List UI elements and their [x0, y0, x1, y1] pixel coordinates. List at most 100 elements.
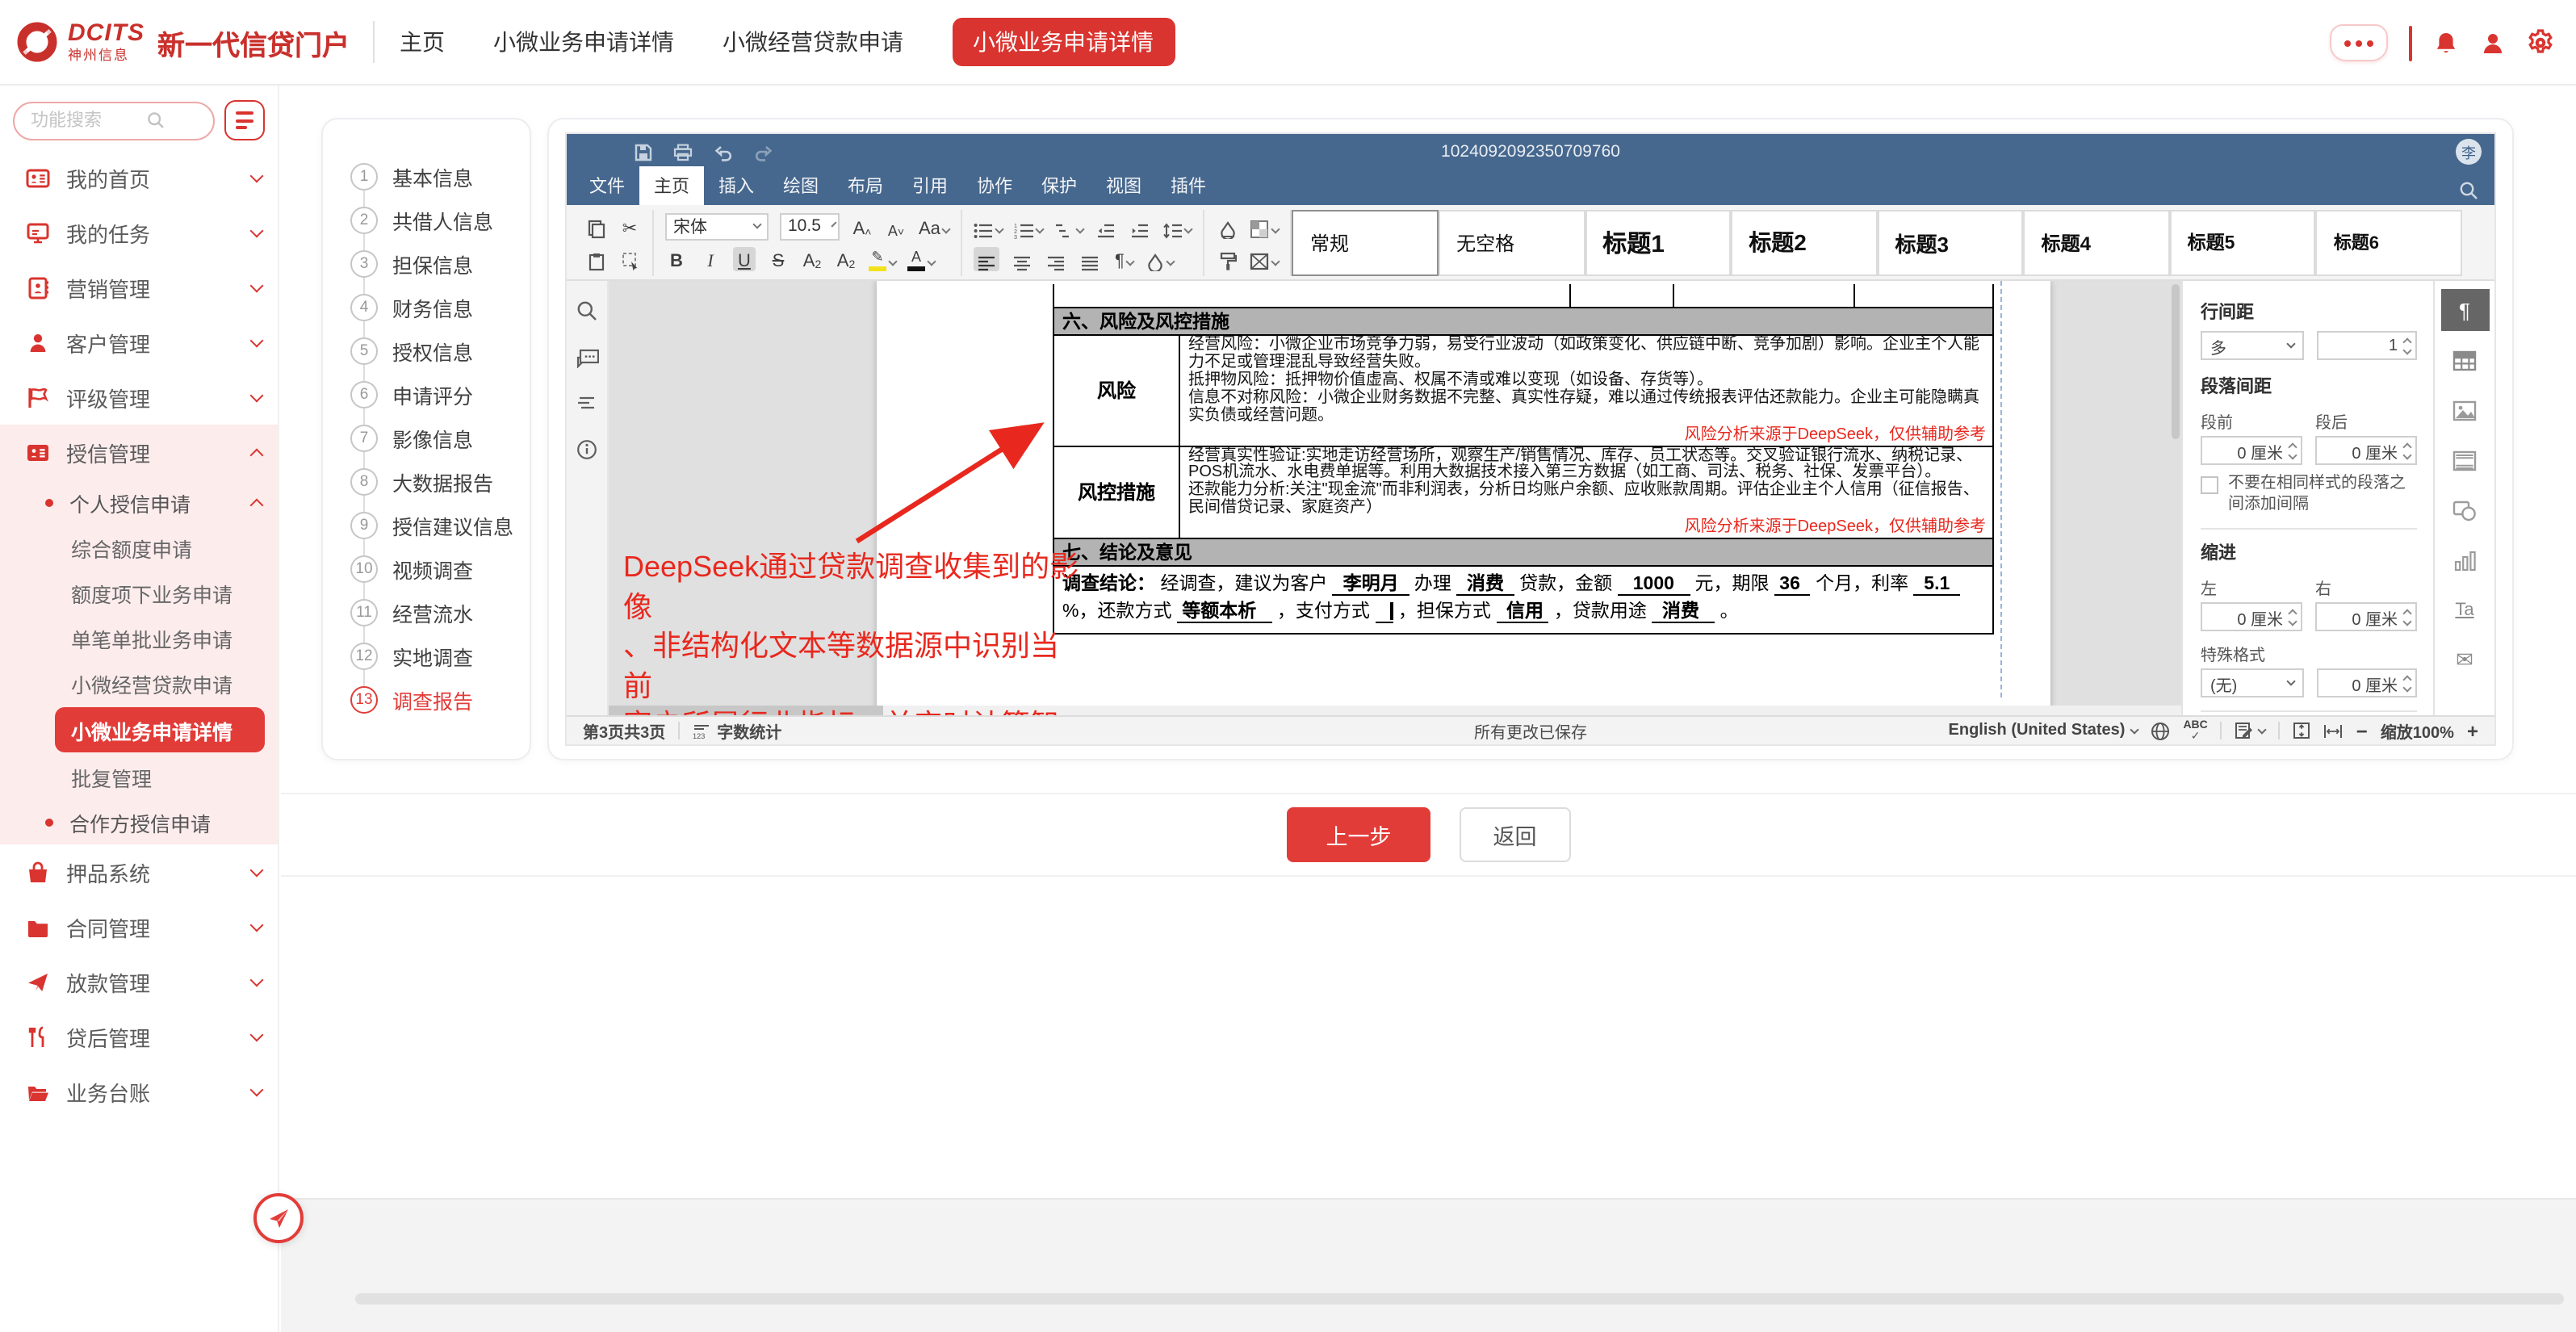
special-format-select[interactable]: (无) [2201, 668, 2304, 697]
font-size-select[interactable]: 10.5 [780, 212, 840, 240]
globe-icon[interactable] [2151, 721, 2170, 740]
step-item[interactable]: 6 申请评分 [323, 373, 530, 417]
editor-menu-tab[interactable]: 主页 [639, 166, 704, 205]
shading-icon[interactable] [1147, 246, 1175, 270]
increase-indent-icon[interactable] [1129, 214, 1152, 238]
style-chip[interactable]: 标题1 [1585, 209, 1731, 275]
sidebar-item-disbursement[interactable]: 放款管理 [0, 954, 278, 1009]
nav-tab[interactable]: 小微经营贷款申请 [723, 26, 903, 58]
table-settings-tab[interactable] [2440, 339, 2489, 381]
shape-settings-tab[interactable] [2440, 489, 2489, 531]
step-item[interactable]: 9 授信建议信息 [323, 504, 530, 547]
format-painter-icon[interactable] [1217, 246, 1239, 270]
sidebar-item-partner-credit[interactable]: 合作方授信申请 [0, 799, 278, 844]
bell-icon[interactable] [2433, 30, 2459, 56]
editor-menu-tab[interactable]: 插入 [704, 166, 769, 205]
document-canvas[interactable]: 六、风险及风控措施 风险 经营风险：小微企业市场竞争力弱，易受行业波动（如政策变… [609, 281, 2181, 715]
font-color-icon[interactable]: A [907, 246, 935, 270]
find-icon[interactable] [576, 300, 597, 321]
sidebar-item-marketing[interactable]: 营销管理 [0, 260, 278, 315]
previous-step-button[interactable]: 上一步 [1288, 807, 1430, 862]
align-right-icon[interactable] [1045, 246, 1068, 270]
comments-icon[interactable] [576, 349, 598, 368]
sidebar-item-customer[interactable]: 客户管理 [0, 315, 278, 370]
editor-menu-tab[interactable]: 引用 [898, 166, 962, 205]
conclusion-text[interactable]: 调查结论： 经调查，建议为客户 李明月 办理 [1054, 567, 1992, 633]
sidebar-item-personal-credit[interactable]: 个人授信申请 [0, 480, 278, 525]
highlight-color-icon[interactable]: ✎ [869, 246, 896, 270]
style-chip[interactable]: 常规 [1292, 209, 1439, 275]
textart-settings-tab[interactable]: Ta [2440, 589, 2489, 631]
menu-collapse-icon[interactable] [224, 100, 265, 140]
editor-menu-tab[interactable]: 保护 [1027, 166, 1091, 205]
paste-icon[interactable] [584, 246, 607, 270]
font-name-select[interactable]: 宋体 [665, 212, 769, 240]
clear-format-icon[interactable] [1217, 214, 1239, 238]
same-style-checkbox[interactable] [2201, 476, 2218, 494]
mail-merge-frame-icon[interactable] [1250, 246, 1280, 270]
superscript-icon[interactable]: A2 [801, 246, 823, 270]
zoom-in-icon[interactable]: + [2467, 719, 2478, 742]
function-search[interactable] [13, 101, 215, 140]
fit-width-icon[interactable] [2324, 723, 2344, 739]
style-chip[interactable]: 标题2 [1731, 209, 1877, 275]
indent-left-spinner[interactable]: 0 厘米 [2201, 602, 2302, 631]
page-color-icon[interactable] [1250, 214, 1280, 238]
step-item[interactable]: 8 大数据报告 [323, 460, 530, 504]
step-item[interactable]: 4 财务信息 [323, 286, 530, 329]
sidebar-item-contract[interactable]: 合同管理 [0, 899, 278, 954]
bold-icon[interactable]: B [665, 246, 688, 270]
editor-menu-tab[interactable]: 布局 [833, 166, 898, 205]
line-spacing-select[interactable]: 多 [2201, 331, 2304, 360]
spacing-before-spinner[interactable]: 0 厘米 [2201, 436, 2302, 465]
indent-right-spinner[interactable]: 0 厘米 [2315, 602, 2417, 631]
gear-icon[interactable] [2527, 29, 2554, 57]
shrink-font-icon[interactable]: A˅ [885, 214, 907, 238]
align-left-icon[interactable] [974, 246, 1000, 270]
bullet-list-icon[interactable] [974, 214, 1003, 238]
sidebar-subitem[interactable]: 单笔单批业务申请 [0, 615, 278, 660]
sidebar-subitem[interactable]: 额度项下业务申请 [0, 570, 278, 615]
cut-icon[interactable]: ✂ [618, 214, 641, 238]
special-amount-spinner[interactable]: 0 厘米 [2317, 668, 2417, 697]
more-icon[interactable] [2330, 24, 2388, 61]
editor-menu-tab[interactable]: 文件 [575, 166, 639, 205]
nav-tab[interactable]: 主页 [400, 26, 445, 58]
step-item[interactable]: 11 经营流水 [323, 591, 530, 635]
zoom-out-icon[interactable]: − [2356, 719, 2368, 742]
back-button[interactable]: 返回 [1460, 807, 1571, 862]
header-footer-settings-tab[interactable] [2440, 439, 2489, 481]
line-spacing-icon[interactable] [1163, 214, 1192, 238]
sidebar-item-my-home[interactable]: 我的首页 [0, 150, 278, 205]
italic-icon[interactable]: I [699, 246, 722, 270]
track-changes-icon[interactable] [2235, 722, 2266, 739]
page-horizontal-scrollbar[interactable] [355, 1293, 2564, 1305]
step-item[interactable]: 7 影像信息 [323, 417, 530, 460]
numbered-list-icon[interactable]: 123 [1015, 214, 1044, 238]
paragraph-settings-tab[interactable]: ¶ [2440, 289, 2489, 331]
change-case-icon[interactable]: Aa [919, 214, 950, 238]
sidebar-item-my-tasks[interactable]: 我的任务 [0, 205, 278, 260]
editor-search-icon[interactable] [2459, 181, 2478, 200]
underline-icon[interactable]: U [733, 246, 756, 270]
sidebar-item-rating[interactable]: 评级管理 [0, 370, 278, 425]
justify-icon[interactable] [1079, 246, 1102, 270]
grow-font-icon[interactable]: A˄ [851, 214, 873, 238]
align-center-icon[interactable] [1012, 246, 1034, 270]
sidebar-item-credit-management[interactable]: 授信管理 [0, 425, 278, 480]
sidebar-item-ledger[interactable]: 业务台账 [0, 1064, 278, 1119]
sidebar-item-postloan[interactable]: 贷后管理 [0, 1009, 278, 1064]
step-item[interactable]: 2 共借人信息 [323, 199, 530, 242]
style-chip[interactable]: 标题3 [1877, 209, 2023, 275]
decrease-indent-icon[interactable] [1095, 214, 1118, 238]
select-icon[interactable] [618, 246, 641, 270]
style-chip[interactable]: 标题5 [2170, 209, 2316, 275]
style-chip[interactable]: 无空格 [1439, 209, 1585, 275]
mail-merge-tab[interactable]: ✉ [2440, 639, 2489, 681]
copy-icon[interactable] [584, 214, 607, 238]
sidebar-item-collateral[interactable]: 押品系统 [0, 844, 278, 899]
line-spacing-spinner[interactable]: 1 [2317, 331, 2417, 360]
step-item[interactable]: 10 视频调查 [323, 547, 530, 591]
editor-menu-tab[interactable]: 插件 [1156, 166, 1221, 205]
editor-menu-tab[interactable]: 视图 [1091, 166, 1156, 205]
